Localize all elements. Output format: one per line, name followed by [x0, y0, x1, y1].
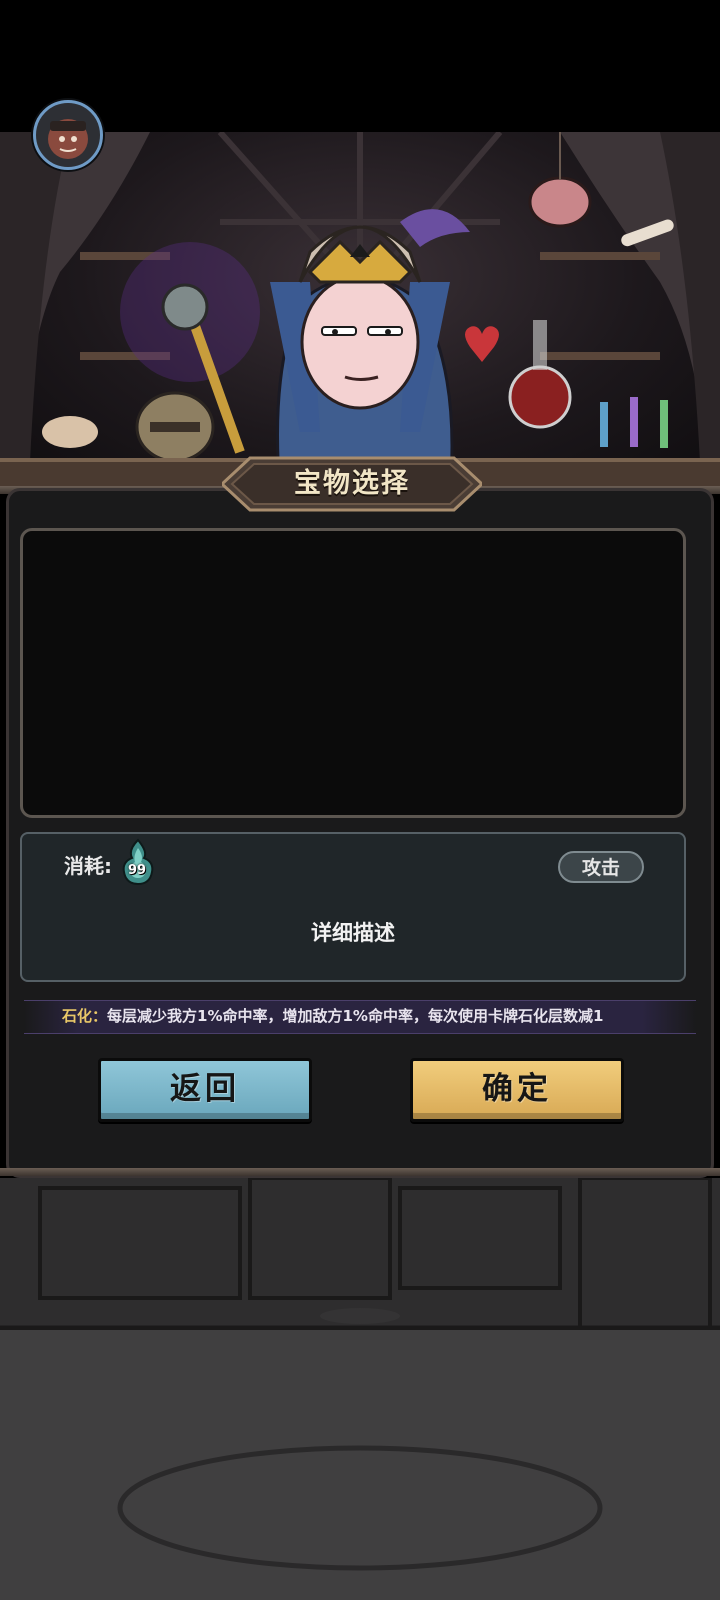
effect-separator: ： [92, 1007, 108, 1025]
treasure-description: 详细描述 [311, 921, 395, 945]
avatar-portrait-icon [48, 119, 88, 159]
effect-keyword: 石化 [62, 1007, 93, 1025]
confirm-button-label: 确定 [482, 1071, 552, 1107]
panel-bottom-frame [0, 1168, 720, 1176]
shop-scene-art [0, 132, 720, 492]
effect-description: 石化：每层减少我方1%命中率，增加敌方1%命中率，每次使用卡牌石化层数减1 [62, 1000, 702, 1032]
confirm-button[interactable]: 确定 [410, 1058, 624, 1122]
dungeon-art [0, 1178, 720, 1600]
player-avatar[interactable] [33, 100, 103, 170]
treasure-display-area [20, 528, 686, 818]
back-button-label: 返回 [170, 1071, 240, 1107]
treasure-type-badge: 攻击 [558, 851, 644, 883]
effect-text: 每层减少我方1%命中率，增加敌方1%命中率，每次使用卡牌石化层数减1 [107, 1007, 604, 1025]
back-button[interactable]: 返回 [98, 1058, 312, 1122]
dungeon-background [0, 1178, 720, 1600]
game-screen: 宝物选择 消耗: 99 攻击 详细描述 石化：每层减少我方1%命中率，增加敌方1… [0, 0, 720, 1600]
shop-scene-illustration [0, 132, 720, 492]
cost-count: 99 [127, 863, 147, 878]
cost-label: 消耗: [64, 854, 112, 878]
top-black-band [0, 0, 720, 132]
panel-title: 宝物选择 [294, 468, 410, 499]
